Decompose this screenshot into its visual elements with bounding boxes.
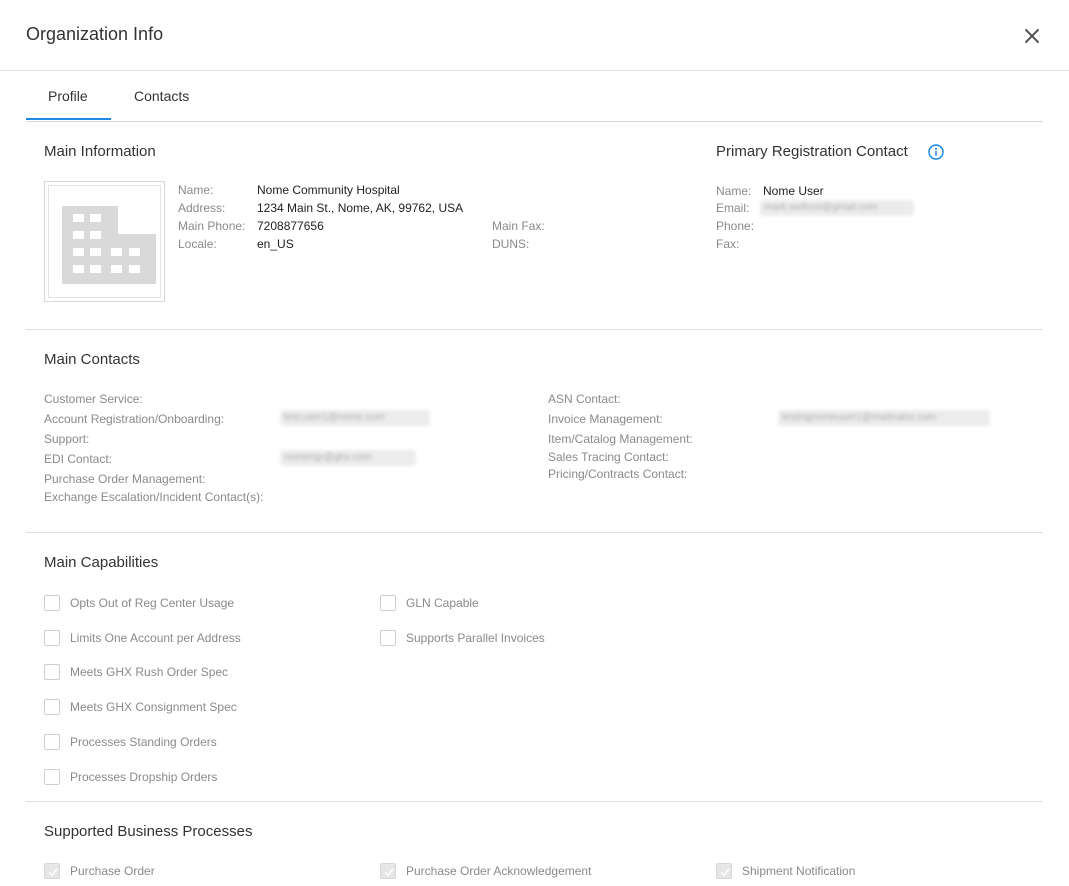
info-icon[interactable] xyxy=(928,144,944,160)
checkbox-label: Limits One Account per Address xyxy=(70,631,241,645)
primary-contact-heading: Primary Registration Contact xyxy=(716,143,908,160)
primary-name-value: Nome User xyxy=(763,184,824,198)
active-tab-indicator xyxy=(26,118,111,120)
checkbox-label: Purchase Order Acknowledgement xyxy=(406,864,592,878)
divider xyxy=(26,532,1043,533)
business-processes-heading: Supported Business Processes xyxy=(44,823,253,840)
checkbox[interactable] xyxy=(380,630,396,646)
checkbox-label: Processes Standing Orders xyxy=(70,735,217,749)
close-icon[interactable] xyxy=(1020,24,1044,48)
org-name-label: Name: xyxy=(178,183,214,197)
contact-label: Pricing/Contracts Contact: xyxy=(548,467,688,481)
checkmark-icon xyxy=(48,868,58,877)
dialog-header: Organization Info xyxy=(0,0,1069,71)
checkbox[interactable] xyxy=(380,595,396,611)
checkbox-label: Shipment Notification xyxy=(742,864,856,878)
org-phone-label: Main Phone: xyxy=(178,219,246,233)
main-capabilities-heading: Main Capabilities xyxy=(44,554,159,571)
contact-label: EDI Contact: xyxy=(44,452,113,466)
org-locale-label: Locale: xyxy=(178,237,217,251)
contact-email-value: testingnomeuser1@mailinator.com xyxy=(778,410,990,426)
org-name-value: Nome Community Hospital xyxy=(257,183,400,197)
org-fax-label: Main Fax: xyxy=(492,219,545,233)
contact-label: Item/Catalog Management: xyxy=(548,432,693,446)
organization-logo xyxy=(44,181,165,302)
primary-phone-label: Phone: xyxy=(716,219,755,233)
dialog-title: Organization Info xyxy=(26,24,164,44)
building-icon xyxy=(62,206,156,284)
contact-label: ASN Contact: xyxy=(548,392,621,406)
checkbox[interactable] xyxy=(44,630,60,646)
contact-label: Customer Service: xyxy=(44,392,143,406)
org-locale-value: en_US xyxy=(257,237,294,251)
primary-fax-label: Fax: xyxy=(716,237,740,251)
checkbox-label: Processes Dropship Orders xyxy=(70,770,218,784)
checkbox-label: Meets GHX Rush Order Spec xyxy=(70,665,229,679)
checkbox[interactable] xyxy=(44,769,60,785)
checkbox-label: Supports Parallel Invoices xyxy=(406,631,545,645)
org-duns-label: DUNS: xyxy=(492,237,530,251)
contact-label: Account Registration/Onboarding: xyxy=(44,412,225,426)
checkbox[interactable] xyxy=(44,734,60,750)
org-address-value: 1234 Main St., Nome, AK, 99762, USA xyxy=(257,201,464,215)
contact-email-value: nomengr@ghx.com xyxy=(280,450,416,466)
tab-profile[interactable]: Profile xyxy=(48,88,88,104)
primary-name-label: Name: xyxy=(716,184,752,198)
checkbox-checked[interactable] xyxy=(44,863,60,879)
org-phone-value: 7208877656 xyxy=(257,219,324,233)
divider xyxy=(26,801,1043,802)
checkbox-checked[interactable] xyxy=(716,863,732,879)
checkbox[interactable] xyxy=(44,595,60,611)
divider xyxy=(26,329,1043,330)
org-address-label: Address: xyxy=(178,201,226,215)
contact-label: Purchase Order Management: xyxy=(44,472,206,486)
contact-label: Support: xyxy=(44,432,90,446)
checkmark-icon xyxy=(384,868,394,877)
main-contacts-heading: Main Contacts xyxy=(44,351,140,368)
checkbox-label: Opts Out of Reg Center Usage xyxy=(70,596,235,610)
primary-email-value: mark.wellcox@gmail.com xyxy=(760,200,914,216)
main-information-heading: Main Information xyxy=(44,143,156,160)
primary-email-label: Email: xyxy=(716,201,750,215)
checkbox[interactable] xyxy=(44,664,60,680)
checkbox-label: Purchase Order xyxy=(70,864,155,878)
checkmark-icon xyxy=(720,868,730,877)
contact-label: Sales Tracing Contact: xyxy=(548,450,669,464)
checkbox[interactable] xyxy=(44,699,60,715)
tab-contacts[interactable]: Contacts xyxy=(134,88,189,104)
contact-email-value: test.user1@nome.com xyxy=(280,410,430,426)
checkbox-label: GLN Capable xyxy=(406,596,479,610)
checkbox-checked[interactable] xyxy=(380,863,396,879)
checkbox-label: Meets GHX Consignment Spec xyxy=(70,700,237,714)
tab-bar: Profile Contacts xyxy=(26,71,1043,122)
contact-label: Invoice Management: xyxy=(548,412,663,426)
contact-label: Exchange Escalation/Incident Contact(s): xyxy=(44,490,264,504)
